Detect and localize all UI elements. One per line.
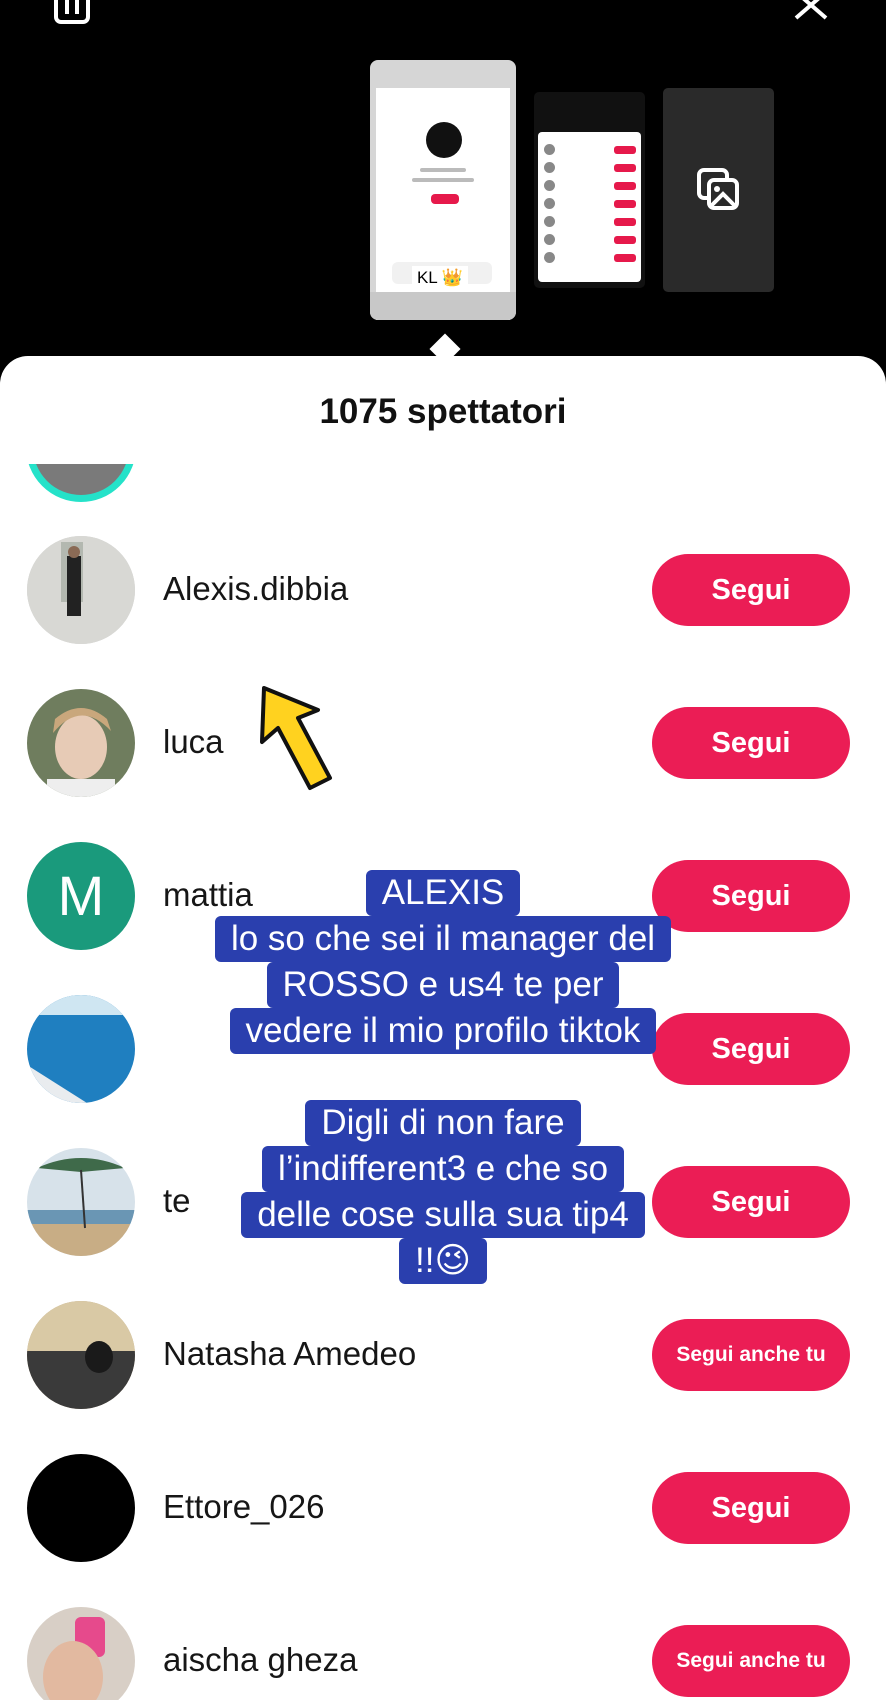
viewer-name[interactable]: aischa gheza [163, 1641, 357, 1679]
story-thumbnail-current[interactable]: KL 👑 [370, 60, 516, 320]
caption-line: !!😉 [399, 1238, 487, 1284]
viewer-name[interactable]: Ettore_026 [163, 1488, 324, 1526]
follow-back-button[interactable]: Segui anche tu [652, 1625, 850, 1697]
thumbnail-row [544, 162, 636, 174]
list-item: Natasha Amedeo Segui anche tu [0, 1295, 886, 1415]
avatar[interactable] [27, 536, 135, 644]
caption-block-1: ALEXIS lo so che sei il manager del ROSS… [0, 870, 886, 1054]
thumbnail-list-card [538, 132, 641, 282]
thumbnail-line [420, 168, 466, 172]
caption-line: vedere il mio profilo tiktok [229, 1008, 657, 1054]
thumbnail-follow [431, 194, 459, 204]
caption-line: ROSSO e us4 te per [266, 962, 620, 1008]
list-item: aischa gheza Segui anche tu [0, 1601, 886, 1700]
list-item: Alexis.dibbia Segui [0, 530, 886, 650]
story-thumbnail-next[interactable] [534, 92, 645, 288]
add-story-thumbnail[interactable] [663, 88, 774, 292]
close-icon[interactable] [792, 0, 832, 22]
caption-block-2: Digli di non fare l’indifferent3 e che s… [0, 1100, 886, 1284]
caption-line: l’indifferent3 e che so [261, 1146, 625, 1192]
gallery-icon [697, 168, 739, 210]
thumbnail-line [412, 178, 474, 182]
trash-icon[interactable] [52, 0, 92, 26]
viewer-name[interactable]: luca [163, 723, 224, 761]
caption-line: Digli di non fare [305, 1100, 581, 1146]
thumbnail-row [544, 234, 636, 246]
avatar[interactable] [27, 1454, 135, 1562]
follow-back-button[interactable]: Segui anche tu [652, 1319, 850, 1391]
list-item: Ettore_026 Segui [0, 1448, 886, 1568]
avatar[interactable] [27, 1607, 135, 1700]
thumbnail-row [544, 216, 636, 228]
follow-button[interactable]: Segui [652, 1472, 850, 1544]
list-item: luca Segui [0, 683, 886, 803]
avatar[interactable] [27, 689, 135, 797]
sheet-title: 1075 spettatori [319, 392, 567, 431]
follow-button[interactable]: Segui [652, 554, 850, 626]
follow-button[interactable]: Segui [652, 707, 850, 779]
thumbnail-row [544, 144, 636, 156]
caption-line: delle cose sulla sua tip4 [241, 1192, 645, 1238]
story-preview-bar: KL 👑 [0, 0, 886, 360]
thumbnail-row [544, 198, 636, 210]
caption-line: lo so che sei il manager del [214, 916, 672, 962]
thumbnail-sticker: KL 👑 [412, 266, 468, 290]
avatar[interactable] [27, 1301, 135, 1409]
pointer-arrow-icon [260, 686, 332, 790]
avatar[interactable] [26, 464, 136, 502]
viewer-name[interactable]: Alexis.dibbia [163, 570, 348, 608]
viewer-name[interactable]: Natasha Amedeo [163, 1335, 416, 1373]
partial-row [0, 464, 886, 504]
thumbnail-row [544, 252, 636, 264]
thumbnail-avatar [426, 122, 462, 158]
caption-line: ALEXIS [365, 870, 521, 916]
thumbnail-strip [370, 292, 516, 320]
thumbnail-row [544, 180, 636, 192]
